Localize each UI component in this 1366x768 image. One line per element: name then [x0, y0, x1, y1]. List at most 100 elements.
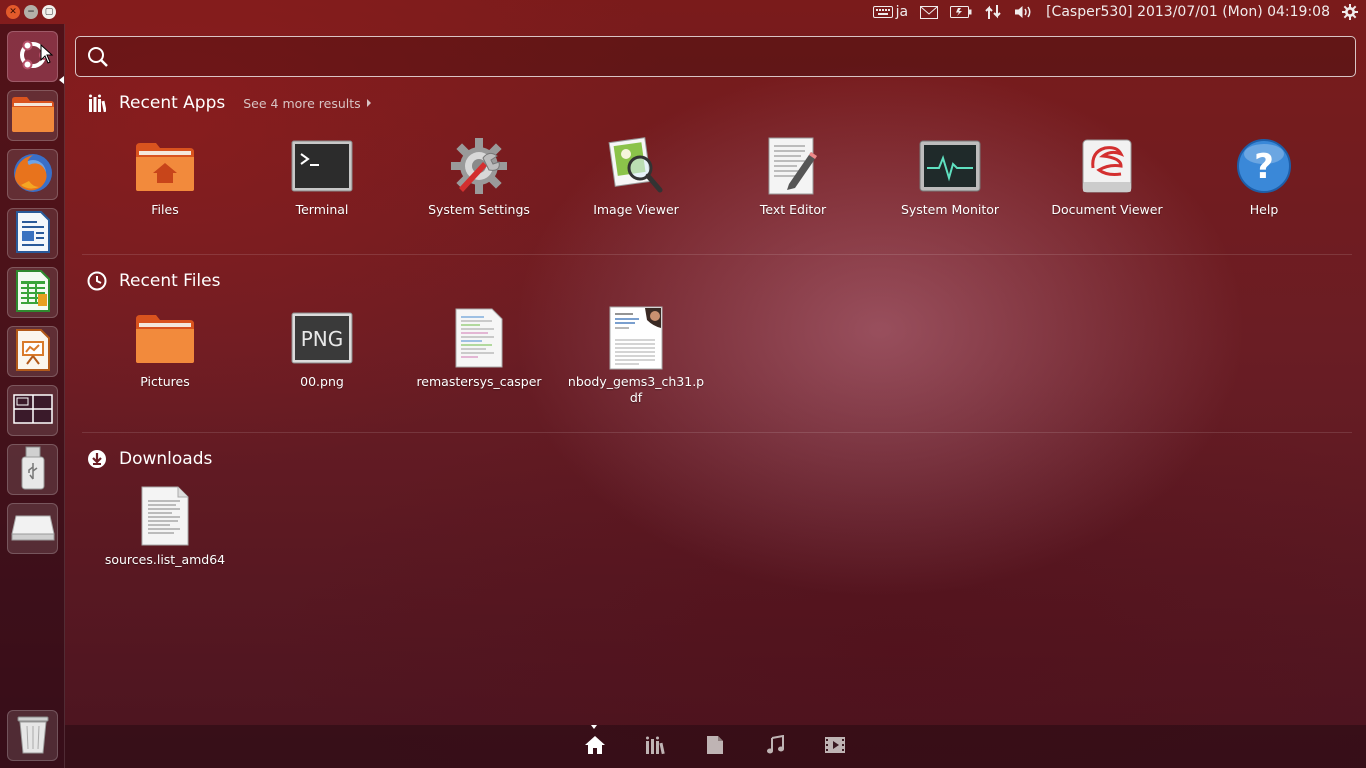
- maximize-button[interactable]: ▢: [42, 5, 56, 19]
- keyboard-indicator[interactable]: ja: [872, 4, 909, 20]
- lens-home[interactable]: [583, 735, 607, 759]
- png-badge-text: PNG: [301, 327, 344, 351]
- app-label: Text Editor: [759, 202, 827, 217]
- lens-files[interactable]: [703, 735, 727, 759]
- recent-apps-grid: Files Terminal System Settings Image Vie…: [82, 134, 1352, 254]
- file-tile-pictures[interactable]: Pictures: [95, 306, 235, 390]
- image-viewer-icon: [604, 134, 668, 198]
- active-lens-pip-icon: [591, 725, 597, 729]
- file-label: remastersys_casper: [416, 374, 542, 389]
- folder-icon: [133, 134, 197, 198]
- help-icon: ?: [1232, 134, 1296, 198]
- file-label: nbody_gems3_ch31.pdf: [567, 374, 705, 405]
- launcher-calc[interactable]: [7, 267, 58, 318]
- launcher-usb[interactable]: [7, 444, 58, 495]
- app-tile-system-monitor[interactable]: System Monitor: [880, 134, 1020, 218]
- app-tile-system-settings[interactable]: System Settings: [409, 134, 549, 218]
- file-label: 00.png: [300, 374, 344, 389]
- calc-icon: [13, 269, 53, 317]
- app-tile-files[interactable]: Files: [95, 134, 235, 218]
- sound-indicator[interactable]: [1014, 5, 1034, 19]
- clock-icon: [86, 270, 108, 292]
- active-pip-icon: [59, 76, 64, 84]
- file-tile-sources-list[interactable]: sources.list_amd64: [95, 484, 235, 568]
- downloads-title: Downloads: [119, 449, 213, 469]
- downloads-section: Downloads sources.list_amd64: [82, 446, 1352, 604]
- lens-video[interactable]: [823, 735, 847, 759]
- app-tile-document-viewer[interactable]: Document Viewer: [1037, 134, 1177, 218]
- document-thumbnail-icon: [447, 306, 511, 370]
- file-tile-nbody-pdf[interactable]: nbody_gems3_ch31.pdf: [566, 306, 706, 406]
- app-label: Document Viewer: [1051, 202, 1163, 217]
- app-label: Terminal: [295, 202, 349, 217]
- launcher-trash[interactable]: [7, 710, 58, 761]
- app-tile-help[interactable]: ? Help: [1194, 134, 1334, 218]
- pdf-thumbnail-icon: [604, 306, 668, 370]
- messaging-indicator[interactable]: [920, 5, 939, 19]
- removable-disk-icon: [10, 512, 56, 546]
- document-viewer-icon: [1075, 134, 1139, 198]
- download-icon: [86, 448, 108, 470]
- launcher-disk[interactable]: [7, 503, 58, 554]
- expand-arrow-icon: [366, 99, 371, 107]
- keyboard-layout-label: ja: [895, 4, 909, 20]
- keyboard-icon: [872, 6, 893, 18]
- section-divider: [82, 432, 1352, 433]
- terminal-icon: [290, 134, 354, 198]
- impress-icon: [13, 328, 53, 376]
- applications-lens-icon: [645, 735, 665, 759]
- app-tile-image-viewer[interactable]: Image Viewer: [566, 134, 706, 218]
- indicator-area: ja [Casper530] 2013/07/01 (Mon) 04:19:08: [872, 4, 1366, 20]
- dash-search-box[interactable]: [75, 36, 1356, 77]
- datetime-indicator[interactable]: [Casper530] 2013/07/01 (Mon) 04:19:08: [1046, 4, 1330, 20]
- app-label: System Settings: [428, 202, 530, 217]
- network-icon: [984, 4, 1002, 20]
- lens-bar: [65, 725, 1366, 768]
- writer-icon: [13, 210, 53, 258]
- launcher-impress[interactable]: [7, 326, 58, 377]
- section-divider: [82, 254, 1352, 255]
- mouse-pointer-icon: [40, 44, 54, 64]
- network-indicator[interactable]: [984, 4, 1002, 20]
- lens-music[interactable]: [763, 734, 787, 759]
- recent-files-grid: Pictures PNG 00.png remastersys_casper n…: [82, 306, 1352, 426]
- file-tile-remastersys-casper[interactable]: remastersys_casper: [409, 306, 549, 390]
- folder-icon: [133, 306, 197, 370]
- see-more-results-link[interactable]: See 4 more results: [243, 96, 371, 111]
- app-tile-terminal[interactable]: Terminal: [252, 134, 392, 218]
- files-lens-icon: [706, 735, 724, 759]
- launcher-firefox[interactable]: [7, 149, 58, 200]
- file-tile-00-png[interactable]: PNG 00.png: [252, 306, 392, 390]
- applications-category-icon: [86, 92, 108, 114]
- close-button[interactable]: ✕: [6, 5, 20, 19]
- top-panel: ✕ − ▢ ja [Casper530] 2013/07/01 (Mon) 04…: [0, 0, 1366, 24]
- recent-files-section: Recent Files Pictures PNG 00.png remaste…: [82, 268, 1352, 426]
- app-tile-text-editor[interactable]: Text Editor: [723, 134, 863, 218]
- mail-icon: [920, 5, 939, 19]
- trash-icon: [16, 713, 50, 759]
- svg-text:?: ?: [1254, 147, 1274, 187]
- home-lens-icon: [584, 735, 606, 759]
- music-lens-icon: [765, 734, 785, 759]
- video-lens-icon: [824, 736, 846, 758]
- launcher-files[interactable]: [7, 90, 58, 141]
- battery-icon: [950, 6, 972, 18]
- search-input[interactable]: [110, 37, 1355, 76]
- app-label: Files: [151, 202, 179, 217]
- session-indicator[interactable]: [1342, 4, 1358, 20]
- launcher: [0, 24, 65, 768]
- launcher-workspaces[interactable]: [7, 385, 58, 436]
- png-file-icon: PNG: [290, 306, 354, 370]
- minimize-button[interactable]: −: [24, 5, 38, 19]
- launcher-writer[interactable]: [7, 208, 58, 259]
- recent-apps-title: Recent Apps: [119, 93, 226, 113]
- settings-icon: [447, 134, 511, 198]
- file-label: sources.list_amd64: [104, 552, 226, 567]
- window-controls: ✕ − ▢: [0, 5, 56, 19]
- recent-apps-section: Recent Apps See 4 more results Files Ter…: [82, 90, 1352, 254]
- workspace-switcher-icon: [12, 393, 53, 428]
- search-icon: [86, 45, 110, 69]
- battery-indicator[interactable]: [950, 6, 972, 18]
- files-icon: [10, 94, 56, 138]
- lens-applications[interactable]: [643, 735, 667, 759]
